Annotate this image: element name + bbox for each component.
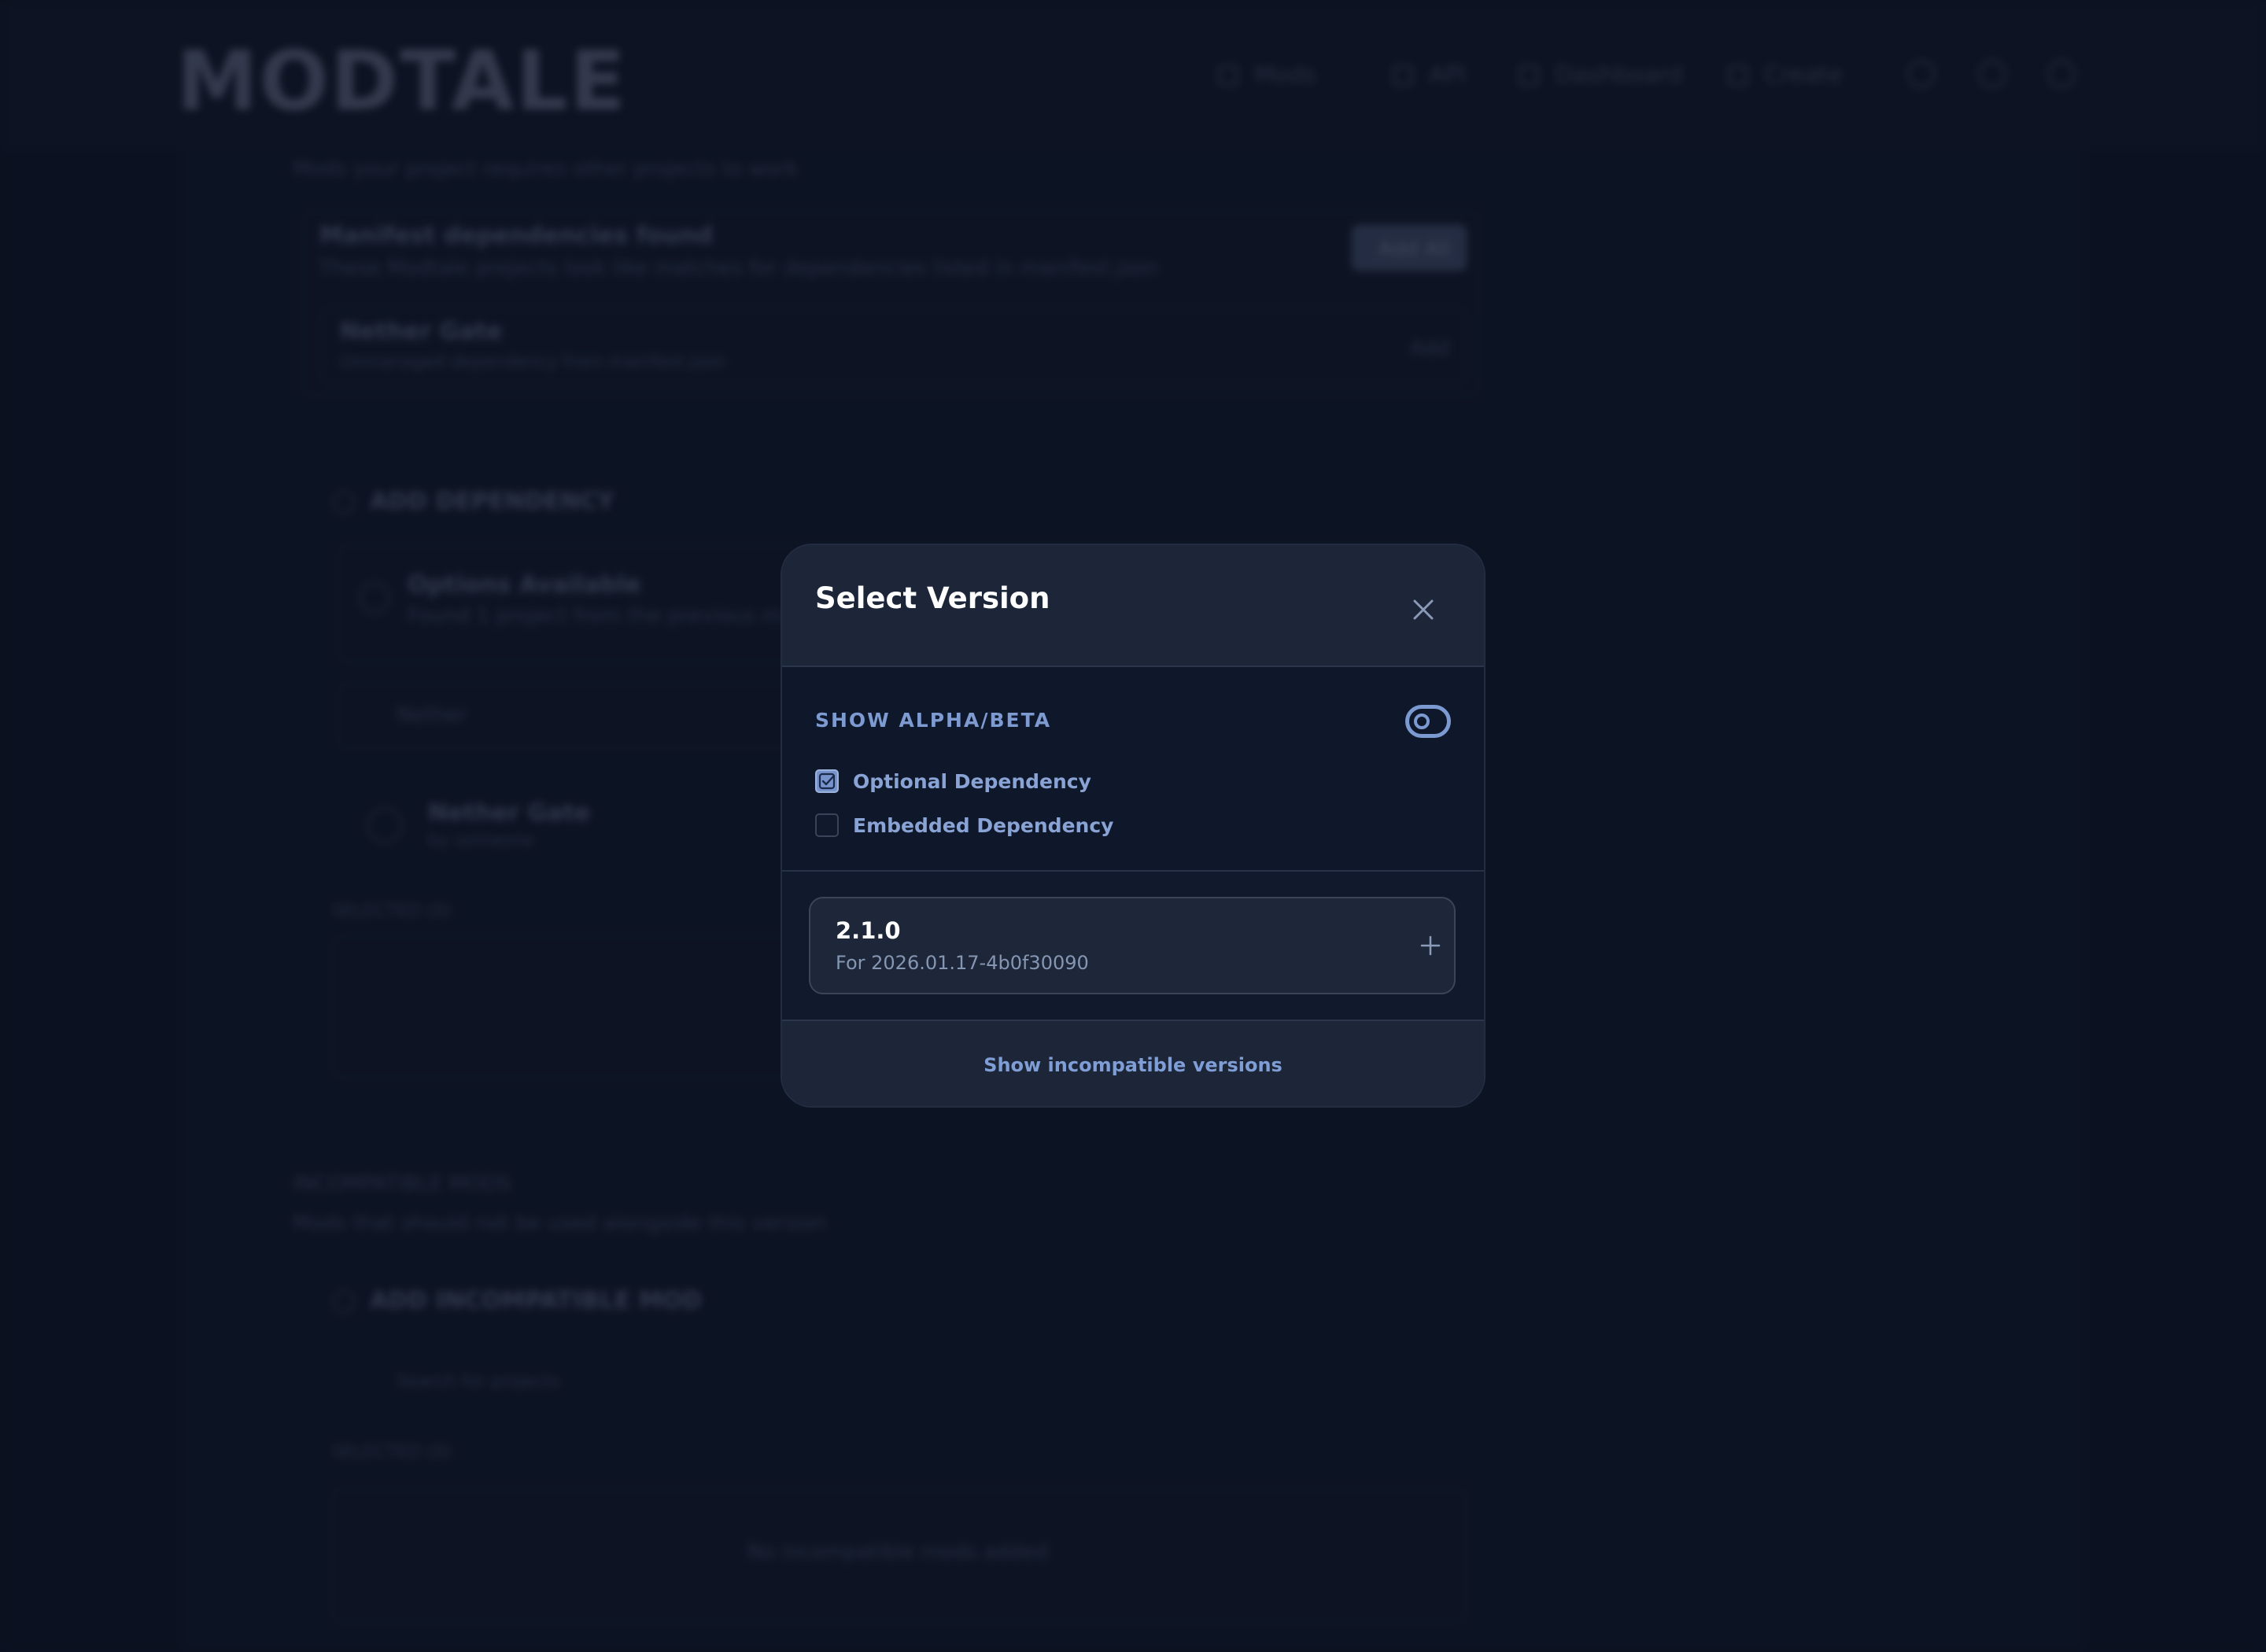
close-icon	[1413, 599, 1434, 620]
add-version-button[interactable]	[1416, 931, 1445, 960]
show-alpha-beta-toggle[interactable]	[1405, 705, 1451, 738]
show-alpha-beta-label: SHOW ALPHA/BETA	[815, 709, 1052, 732]
select-version-modal: Select Version SHOW ALPHA/BETA Optional …	[781, 544, 1485, 1108]
embedded-dependency-option[interactable]: Embedded Dependency	[815, 813, 1113, 837]
options-section: SHOW ALPHA/BETA Optional Dependency Embe…	[782, 667, 1484, 872]
modal-footer: Show incompatible versions	[782, 1021, 1484, 1106]
version-game-version: For 2026.01.17-4b0f30090	[836, 952, 1089, 974]
plus-icon	[1420, 935, 1441, 956]
optional-dependency-label: Optional Dependency	[853, 769, 1091, 793]
version-list: 2.1.0 For 2026.01.17-4b0f30090	[782, 872, 1484, 1021]
embedded-dependency-checkbox[interactable]	[815, 813, 839, 837]
version-number: 2.1.0	[836, 917, 901, 944]
toggle-knob	[1414, 714, 1430, 729]
optional-dependency-checkbox[interactable]	[815, 769, 839, 793]
check-square-icon	[818, 773, 836, 790]
optional-dependency-option[interactable]: Optional Dependency	[815, 769, 1091, 793]
version-item[interactable]: 2.1.0 For 2026.01.17-4b0f30090	[809, 897, 1456, 994]
show-incompatible-versions-link[interactable]: Show incompatible versions	[782, 1054, 1484, 1076]
close-button[interactable]	[1404, 590, 1443, 629]
modal-title: Select Version	[815, 581, 1050, 615]
modal-header: Select Version	[782, 545, 1484, 667]
embedded-dependency-label: Embedded Dependency	[853, 813, 1114, 837]
